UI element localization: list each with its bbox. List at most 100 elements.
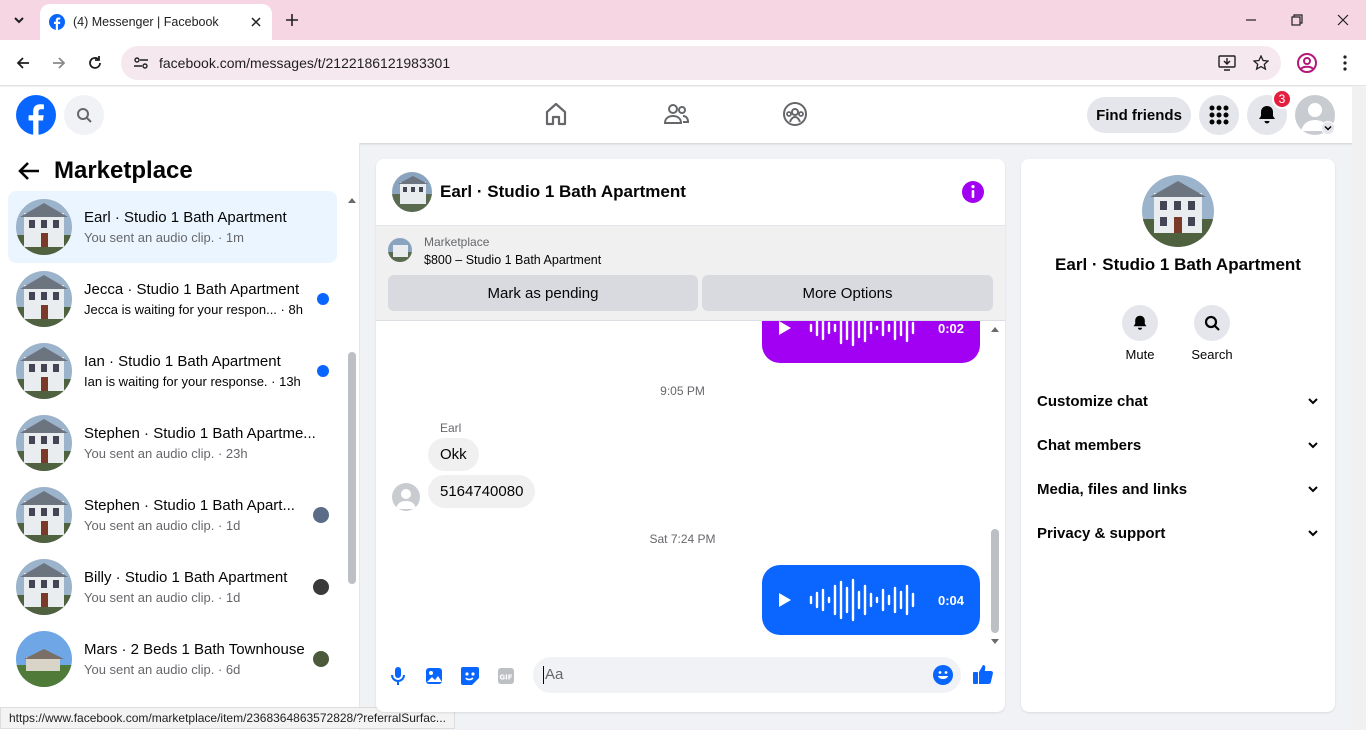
conversation-item[interactable]: Stephen · Studio 1 Bath Apartme... You se… bbox=[8, 407, 337, 479]
conversation-avatar bbox=[16, 343, 72, 399]
chat-details-panel: Earl · Studio 1 Bath Apartment Mute Sear… bbox=[1021, 159, 1335, 712]
message-bubble[interactable]: Okk bbox=[428, 438, 479, 471]
chevron-down-icon bbox=[1308, 486, 1318, 493]
menu-grid-icon[interactable] bbox=[1199, 95, 1239, 135]
search-label: Search bbox=[1191, 347, 1233, 362]
back-arrow-icon[interactable] bbox=[18, 161, 40, 181]
message-composer: GIF Aa bbox=[376, 651, 1005, 712]
chat-scroll-up-icon[interactable] bbox=[990, 325, 1000, 333]
bookmark-star-icon[interactable] bbox=[1247, 49, 1275, 77]
conversation-name: Billy · Studio 1 Bath Apartment bbox=[84, 569, 288, 586]
audio-waveform-icon bbox=[809, 321, 915, 347]
details-section-row[interactable]: Customize chat bbox=[1037, 381, 1319, 421]
sidebar-scrollbar[interactable] bbox=[348, 352, 356, 584]
friends-icon[interactable] bbox=[661, 99, 691, 129]
find-friends-button[interactable]: Find friends bbox=[1087, 97, 1191, 133]
chevron-down-icon bbox=[1308, 398, 1318, 405]
conversation-avatar bbox=[16, 487, 72, 543]
seen-avatar bbox=[313, 507, 329, 523]
sidebar-scroll-up-icon[interactable] bbox=[347, 196, 357, 204]
search-in-chat-button[interactable]: Search bbox=[1182, 305, 1242, 362]
address-bar-row: facebook.com/messages/t/2122186121983301 bbox=[0, 40, 1366, 86]
install-app-icon[interactable] bbox=[1213, 49, 1241, 77]
message-input-placeholder: Aa bbox=[543, 666, 564, 684]
groups-icon[interactable] bbox=[780, 99, 810, 129]
mark-as-pending-button[interactable]: Mark as pending bbox=[388, 275, 698, 311]
message-bubble[interactable]: 5164740080 bbox=[428, 475, 536, 508]
tab-title: (4) Messenger | Facebook bbox=[73, 15, 219, 29]
microphone-icon[interactable] bbox=[386, 664, 410, 688]
page-scrollbar[interactable] bbox=[1352, 87, 1366, 730]
marketplace-conversation-list: Marketplace Earl · Studio 1 Bath Apartme… bbox=[0, 143, 360, 730]
chat-scrollbar[interactable] bbox=[991, 529, 999, 633]
conversation-name: Stephen · Studio 1 Bath Apart... bbox=[84, 497, 295, 514]
details-section-label: Privacy & support bbox=[1037, 524, 1166, 542]
conversation-item[interactable]: Billy · Studio 1 Bath Apartment You sent … bbox=[8, 551, 337, 623]
home-icon[interactable] bbox=[541, 99, 571, 129]
conversation-item[interactable]: Stephen · Studio 1 Bath Apart... You sent… bbox=[8, 479, 337, 551]
conversation-preview: You sent an audio clip. · 1m bbox=[84, 230, 244, 245]
facebook-favicon-icon bbox=[49, 14, 65, 30]
restore-icon[interactable] bbox=[1285, 8, 1309, 32]
conversation-avatar bbox=[16, 271, 72, 327]
details-section-row[interactable]: Media, files and links bbox=[1037, 469, 1319, 509]
chevron-down-icon bbox=[1308, 442, 1318, 449]
message-input[interactable]: Aa bbox=[533, 657, 961, 693]
conversation-avatar bbox=[16, 415, 72, 471]
browser-profile-icon[interactable] bbox=[1296, 52, 1318, 74]
conversation-preview: You sent an audio clip. · 6d bbox=[84, 662, 241, 677]
window-close-icon[interactable] bbox=[1331, 8, 1355, 32]
facebook-search-icon[interactable] bbox=[64, 95, 104, 135]
browser-tab[interactable]: (4) Messenger | Facebook bbox=[40, 4, 272, 40]
details-section-label: Chat members bbox=[1037, 436, 1142, 454]
browser-menu-icon[interactable] bbox=[1334, 52, 1356, 74]
conversation-avatar bbox=[16, 199, 72, 255]
unread-dot bbox=[317, 293, 329, 305]
conversation-preview: Ian is waiting for your response. · 13h bbox=[84, 374, 301, 389]
conversation-item[interactable]: Earl · Studio 1 Bath Apartment You sent a… bbox=[8, 191, 337, 263]
facebook-header: Find friends 3 bbox=[0, 87, 1352, 143]
emoji-icon[interactable] bbox=[933, 665, 953, 685]
site-settings-icon[interactable] bbox=[133, 55, 149, 71]
facebook-logo-icon[interactable] bbox=[16, 95, 56, 135]
sidebar-title: Marketplace bbox=[54, 157, 193, 184]
conversation-item[interactable]: Ian · Studio 1 Bath Apartment Ian is wait… bbox=[8, 335, 337, 407]
chat-avatar[interactable] bbox=[392, 172, 432, 212]
play-icon[interactable] bbox=[778, 592, 792, 608]
conversation-preview: You sent an audio clip. · 1d bbox=[84, 590, 241, 605]
tab-search-dropdown-icon[interactable] bbox=[6, 8, 32, 32]
message-thread: 0:02 9:05 PM Earl Okk 5164740080 Sat 7:2… bbox=[376, 321, 1005, 651]
marketplace-listing-banner: Marketplace $800 – Studio 1 Bath Apartme… bbox=[376, 225, 1005, 321]
new-tab-icon[interactable] bbox=[282, 10, 302, 30]
details-section-label: Customize chat bbox=[1037, 392, 1148, 410]
sticker-icon[interactable] bbox=[458, 664, 482, 688]
tab-close-icon[interactable] bbox=[246, 12, 266, 32]
chat-window: Earl · Studio 1 Bath Apartment Marketpla… bbox=[376, 159, 1005, 712]
listing-thumbnail[interactable] bbox=[388, 238, 412, 262]
listing-title[interactable]: $800 – Studio 1 Bath Apartment bbox=[424, 253, 601, 267]
more-options-button[interactable]: More Options bbox=[702, 275, 993, 311]
details-section-row[interactable]: Chat members bbox=[1037, 425, 1319, 465]
reload-icon[interactable] bbox=[83, 51, 107, 75]
conversation-item[interactable]: Jecca · Studio 1 Bath Apartment Jecca is … bbox=[8, 263, 337, 335]
chat-scroll-down-icon[interactable] bbox=[990, 638, 1000, 646]
gif-icon[interactable]: GIF bbox=[494, 664, 518, 688]
account-chevron-icon[interactable] bbox=[1321, 121, 1335, 135]
forward-icon[interactable] bbox=[47, 51, 71, 75]
mute-button[interactable]: Mute bbox=[1110, 305, 1170, 362]
details-avatar[interactable] bbox=[1142, 175, 1214, 247]
details-name: Earl · Studio 1 Bath Apartment bbox=[1055, 255, 1301, 274]
minimize-icon[interactable] bbox=[1239, 8, 1263, 32]
back-icon[interactable] bbox=[11, 51, 35, 75]
url-field[interactable]: facebook.com/messages/t/2122186121983301 bbox=[121, 46, 1281, 80]
audio-message[interactable]: 0:04 bbox=[762, 565, 980, 635]
conversation-item[interactable]: Mars · 2 Beds 1 Bath Townhouse You sent a… bbox=[8, 623, 337, 695]
play-icon[interactable] bbox=[778, 321, 792, 336]
thumbs-up-icon[interactable] bbox=[971, 662, 995, 686]
search-icon bbox=[1204, 315, 1220, 331]
photo-icon[interactable] bbox=[422, 664, 446, 688]
info-icon[interactable] bbox=[961, 180, 985, 204]
audio-message[interactable]: 0:02 bbox=[762, 321, 980, 363]
details-section-row[interactable]: Privacy & support bbox=[1037, 513, 1319, 553]
sender-avatar[interactable] bbox=[392, 483, 420, 511]
